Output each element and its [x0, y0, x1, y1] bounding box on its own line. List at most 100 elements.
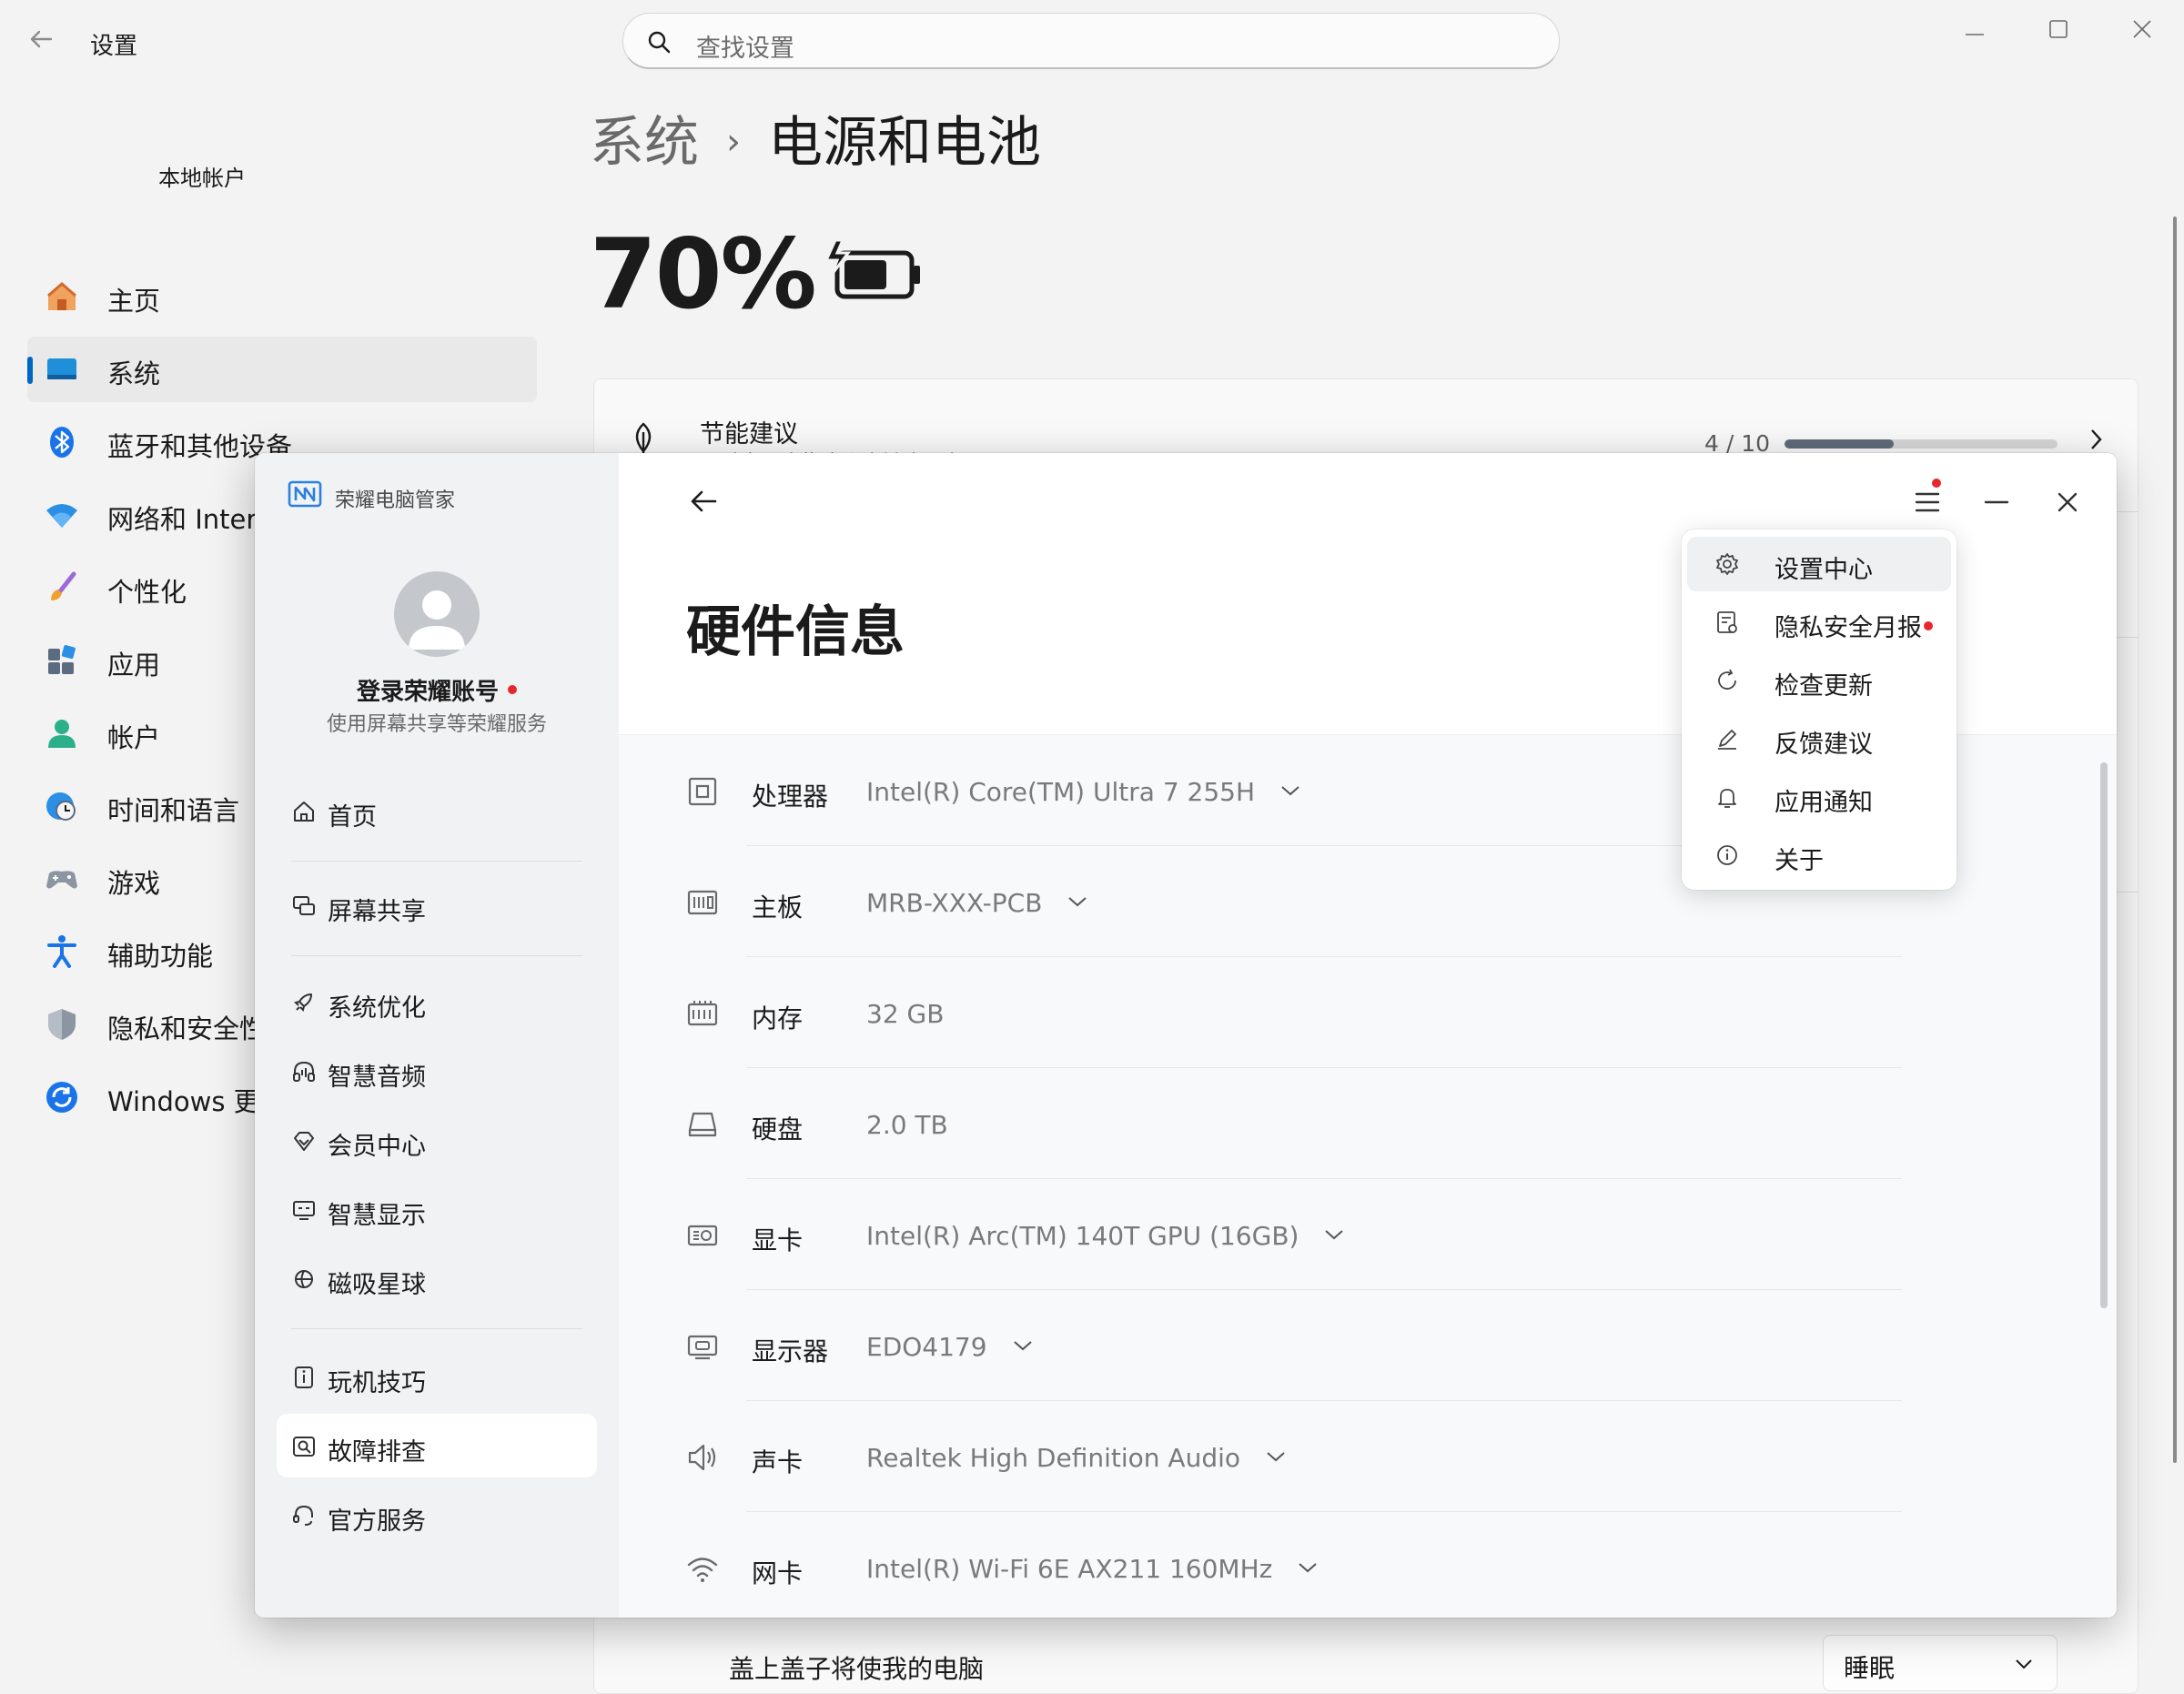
back-button[interactable] — [27, 25, 58, 56]
shield-icon — [48, 1009, 76, 1040]
gamepad-icon — [46, 871, 77, 889]
honor-nav-member[interactable]: 会员中心 — [277, 1108, 597, 1172]
chevron-down-icon[interactable] — [1013, 1339, 1033, 1352]
magnet-planet-icon — [295, 1270, 313, 1288]
honor-sidebar: 荣耀电脑管家 登录荣耀账号 使用屏幕共享等荣耀服务 首页 屏幕共享 系统优化 智… — [255, 453, 619, 1618]
hardware-row-network[interactable]: 网卡 Intel(R) Wi-Fi 6E AX211 160MHz — [619, 1512, 2117, 1618]
honor-logo-icon — [288, 480, 322, 508]
windows-update-icon — [46, 1082, 77, 1113]
lid-close-select[interactable]: 睡眠 — [1823, 1635, 2058, 1691]
gpu-icon — [687, 1225, 718, 1246]
close-button[interactable] — [2115, 9, 2169, 45]
battery-percentage: 70% — [590, 218, 817, 330]
window-title: 设置 — [90, 33, 138, 60]
chevron-down-icon[interactable] — [1067, 895, 1087, 908]
gear-icon — [1716, 553, 1738, 575]
battery-charging-icon — [824, 238, 920, 299]
notification-dot — [1932, 479, 1941, 488]
close-icon — [2133, 20, 2151, 38]
breadcrumb: 系统 › 电源和电池 — [590, 98, 1041, 177]
nav-divider — [291, 955, 582, 956]
lid-close-label: 盖上盖子将使我的电脑 — [729, 1654, 985, 1684]
hardware-row-monitor[interactable]: 显示器 EDO4179 — [619, 1290, 2117, 1401]
accessibility-icon — [47, 935, 76, 968]
paintbrush-icon — [51, 571, 76, 600]
clock-globe-icon — [46, 792, 76, 821]
wifi-icon — [46, 504, 77, 528]
pen-icon — [1718, 730, 1736, 750]
arrow-left-icon — [30, 30, 53, 48]
system-display-icon — [47, 358, 76, 379]
notification-dot — [508, 685, 517, 694]
chevron-down-icon[interactable] — [1298, 1561, 1318, 1574]
menu-button[interactable] — [1904, 479, 1951, 526]
honor-pc-manager-window: 荣耀电脑管家 登录荣耀账号 使用屏幕共享等荣耀服务 首页 屏幕共享 系统优化 智… — [255, 453, 2117, 1618]
disk-icon — [688, 1112, 717, 1137]
nav-divider — [291, 1328, 582, 1329]
account-name: 本地帐户 — [158, 166, 246, 191]
chevron-down-icon[interactable] — [1324, 1228, 1344, 1241]
chevron-down-icon[interactable] — [1266, 1450, 1286, 1463]
menu-item-privacy-report[interactable]: 隐私安全月报 — [1687, 595, 1951, 650]
honor-nav-tips[interactable]: 玩机技巧 — [277, 1345, 597, 1408]
arrow-left-icon[interactable] — [688, 486, 719, 517]
motherboard-icon — [687, 890, 718, 915]
chevron-down-icon[interactable] — [1280, 784, 1300, 797]
menu-item-feedback[interactable]: 反馈建议 — [1687, 711, 1951, 766]
menu-item-settings-center[interactable]: 设置中心 — [1687, 537, 1951, 591]
login-account-subtitle: 使用屏幕共享等荣耀服务 — [326, 713, 547, 736]
hardware-row-disk: 硬盘 2.0 TB — [619, 1068, 2117, 1179]
menu-item-app-notifications[interactable]: 应用通知 — [1687, 770, 1951, 824]
chevron-right-icon[interactable] — [2087, 427, 2105, 452]
honor-nav-service[interactable]: 官方服务 — [277, 1483, 597, 1547]
honor-nav-audio[interactable]: 智慧音频 — [277, 1039, 597, 1103]
settings-scrollbar[interactable] — [2173, 217, 2177, 1463]
maximize-icon — [2049, 20, 2068, 38]
card-divider — [2115, 637, 2138, 638]
minimize-button[interactable] — [1947, 9, 2002, 45]
honor-app-name: 荣耀电脑管家 — [335, 489, 456, 512]
chevron-right-icon: › — [726, 121, 741, 163]
close-icon — [2058, 492, 2078, 512]
honor-nav-optimize[interactable]: 系统优化 — [277, 970, 597, 1034]
honor-nav-home[interactable]: 首页 — [277, 779, 597, 842]
honor-scrollbar[interactable] — [2100, 762, 2108, 1308]
nav-item-system[interactable]: 系统 — [27, 337, 537, 402]
hardware-row-gpu[interactable]: 显卡 Intel(R) Arc(TM) 140T GPU (16GB) — [619, 1179, 2117, 1290]
search-placeholder: 查找设置 — [696, 35, 794, 63]
user-avatar-icon — [409, 590, 465, 650]
breadcrumb-parent[interactable]: 系统 — [590, 111, 699, 175]
chevron-down-icon — [2016, 1659, 2032, 1669]
tips-icon — [295, 1366, 313, 1388]
screen-share-icon — [293, 896, 315, 915]
home-icon — [47, 282, 76, 310]
account-icon — [48, 720, 76, 748]
honor-nav-troubleshoot[interactable]: 故障排查 — [277, 1414, 597, 1477]
nav-item-home[interactable]: 主页 — [27, 264, 537, 329]
monitor-icon — [687, 1335, 718, 1360]
minimize-icon — [1984, 500, 2009, 504]
memory-icon — [687, 1001, 718, 1026]
bluetooth-icon — [50, 427, 74, 458]
honor-nav-screen-share[interactable]: 屏幕共享 — [277, 873, 597, 937]
card-divider — [2115, 511, 2138, 512]
maximize-button[interactable] — [2031, 9, 2086, 45]
headphones-icon — [293, 1061, 315, 1082]
bell-icon — [1718, 789, 1736, 808]
honor-nav-display[interactable]: 智慧显示 — [277, 1177, 597, 1241]
honor-nav-magnet[interactable]: 磁吸星球 — [277, 1246, 597, 1310]
page-title: 硬件信息 — [686, 600, 905, 664]
menu-item-check-update[interactable]: 检查更新 — [1687, 653, 1951, 708]
menu-item-about[interactable]: 关于 — [1687, 828, 1951, 882]
minimize-button[interactable] — [1973, 479, 2020, 526]
close-button[interactable] — [2044, 479, 2091, 526]
breadcrumb-current: 电源和电池 — [768, 111, 1041, 175]
refresh-icon — [1718, 669, 1736, 690]
avatar[interactable] — [394, 571, 480, 657]
login-account-title[interactable]: 登录荣耀账号 — [255, 673, 619, 707]
minimize-icon — [1966, 34, 1984, 35]
leaf-icon — [635, 422, 652, 456]
hardware-row-sound[interactable]: 声卡 Realtek High Definition Audio — [619, 1401, 2117, 1512]
apps-icon — [48, 645, 76, 674]
search-box[interactable]: 查找设置 — [622, 13, 1560, 69]
